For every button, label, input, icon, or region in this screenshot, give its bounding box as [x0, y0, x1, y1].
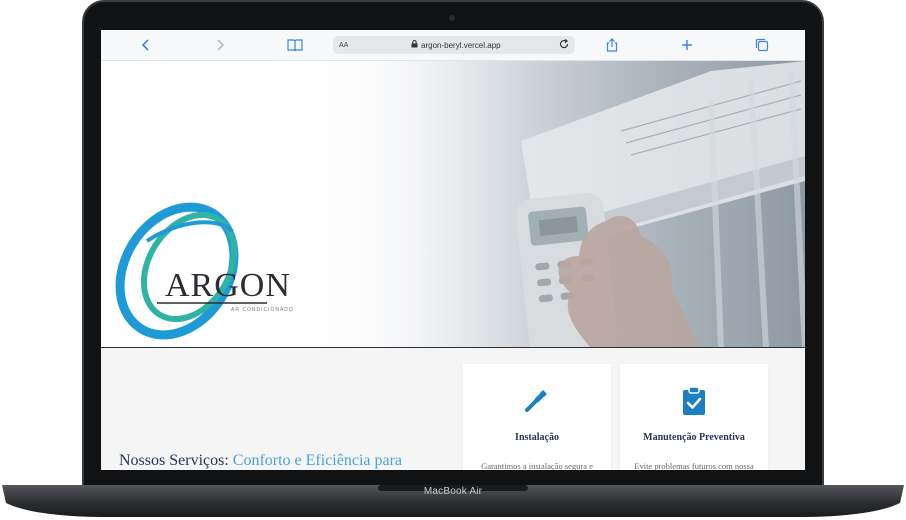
wrench-icon	[523, 386, 551, 419]
device-label: MacBook Air	[423, 486, 483, 497]
card-text: Evite problemas futuros com nossa manute…	[634, 461, 754, 470]
reload-icon[interactable]	[558, 38, 570, 52]
forward-icon[interactable]	[211, 36, 229, 54]
camera-icon	[449, 15, 455, 21]
url-text: argon-beryl.vercel.app	[421, 40, 501, 50]
logo-subtitle: AR CONDICIONADO	[231, 307, 294, 313]
tabs-overview-icon[interactable]	[753, 36, 771, 54]
back-icon[interactable]	[137, 36, 155, 54]
bookmarks-icon[interactable]	[286, 36, 304, 54]
hero-banner: ARGON AR CONDICIONADO	[101, 61, 805, 348]
reader-mode-button[interactable]: AA	[339, 42, 348, 49]
card-text: Garantimos a instalação segura e eficien…	[481, 461, 593, 470]
service-card-maintenance[interactable]: Manutenção Preventiva Evite problemas fu…	[620, 364, 768, 470]
address-bar[interactable]: AA argon-beryl.vercel.app	[333, 36, 575, 54]
share-icon[interactable]	[603, 36, 621, 54]
browser-toolbar: AA argon-beryl.vercel.app	[101, 30, 805, 61]
card-title: Instalação	[515, 432, 559, 443]
services-heading: Nossos Serviços: Conforto e Eficiência p…	[119, 452, 403, 469]
service-card-installation[interactable]: Instalação Garantimos a instalação segur…	[463, 364, 611, 470]
browser-screen: AA argon-beryl.vercel.app ARGON AR CONDI…	[101, 30, 805, 470]
lock-icon	[411, 40, 418, 50]
services-section: Nossos Serviços: Conforto e Eficiência p…	[101, 348, 805, 470]
new-tab-icon[interactable]	[678, 36, 696, 54]
clipboard-check-icon	[680, 386, 708, 421]
card-title: Manutenção Preventiva	[643, 432, 745, 443]
logo-wordmark: ARGON	[165, 267, 291, 304]
